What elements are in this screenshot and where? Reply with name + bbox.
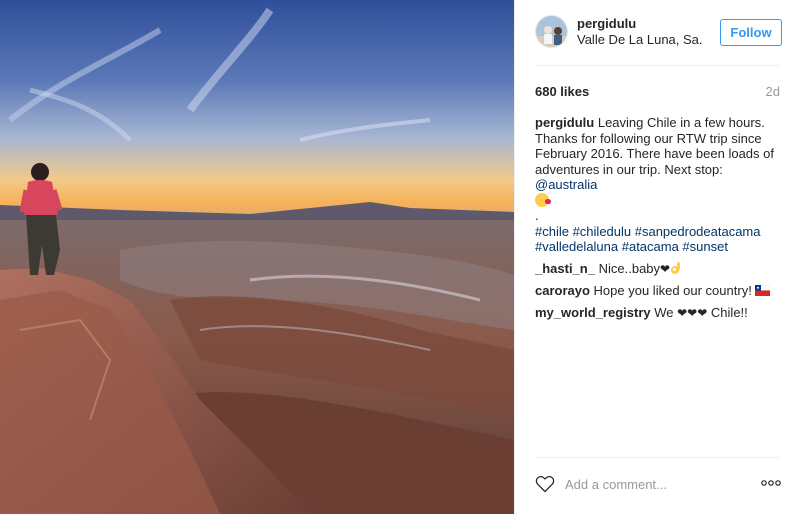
heart-outline-icon[interactable] bbox=[535, 474, 555, 494]
comment-username[interactable]: my_world_registry bbox=[535, 305, 651, 320]
landscape-photo bbox=[0, 0, 514, 514]
chile-flag-emoji-icon bbox=[755, 285, 771, 296]
hashtags-line-2[interactable]: #valledelaluna #atacama #sunset bbox=[535, 239, 728, 254]
caption-dot: . bbox=[535, 208, 539, 223]
ok-hand-emoji-icon bbox=[671, 261, 681, 274]
avatar-image bbox=[536, 16, 567, 47]
kiss-face-emoji-icon bbox=[535, 192, 551, 207]
comment-item: carorayo Hope you liked our country! bbox=[535, 283, 785, 299]
comment-username[interactable]: _hasti_n_ bbox=[535, 261, 595, 276]
mention-link[interactable]: @australia bbox=[535, 177, 597, 192]
heart-emoji-icon: ❤ bbox=[660, 261, 671, 276]
comment-text-after: Chile!! bbox=[710, 304, 748, 320]
caption-username[interactable]: pergidulu bbox=[535, 115, 594, 130]
follow-button[interactable]: Follow bbox=[720, 19, 782, 46]
avatar[interactable] bbox=[535, 15, 568, 48]
comment-username[interactable]: carorayo bbox=[535, 283, 590, 298]
comment-text: Nice..baby bbox=[598, 260, 661, 276]
caption: pergidulu Leaving Chile in a few hours. … bbox=[535, 115, 785, 255]
like-count[interactable]: 680 likes bbox=[535, 84, 589, 99]
footer-divider bbox=[535, 457, 780, 458]
black-hearts-emoji-icon: ❤❤❤ bbox=[677, 305, 708, 320]
post-photo[interactable] bbox=[0, 0, 514, 514]
hashtags-line-1[interactable]: #chile #chiledulu #sanpedrodeatacama bbox=[535, 224, 761, 239]
comments-list: pergidulu Leaving Chile in a few hours. … bbox=[535, 115, 785, 327]
more-options-icon[interactable] bbox=[760, 476, 782, 490]
comment-item: my_world_registry We ❤❤❤ Chile!! bbox=[535, 305, 785, 322]
author-username[interactable]: pergidulu bbox=[577, 16, 636, 31]
post-timestamp[interactable]: 2d bbox=[766, 84, 780, 99]
post-header: pergidulu Valle De La Luna, Sa... Follow bbox=[515, 0, 800, 66]
comment-text-before: We bbox=[654, 304, 674, 320]
post-details-panel: pergidulu Valle De La Luna, Sa... Follow… bbox=[514, 0, 800, 514]
comment-item: _hasti_n_ Nice..baby❤ bbox=[535, 261, 785, 278]
header-divider bbox=[535, 65, 780, 66]
comment-text: Hope you liked our country! bbox=[593, 283, 752, 298]
post-location[interactable]: Valle De La Luna, Sa... bbox=[577, 32, 702, 47]
add-comment-input[interactable] bbox=[565, 472, 740, 496]
